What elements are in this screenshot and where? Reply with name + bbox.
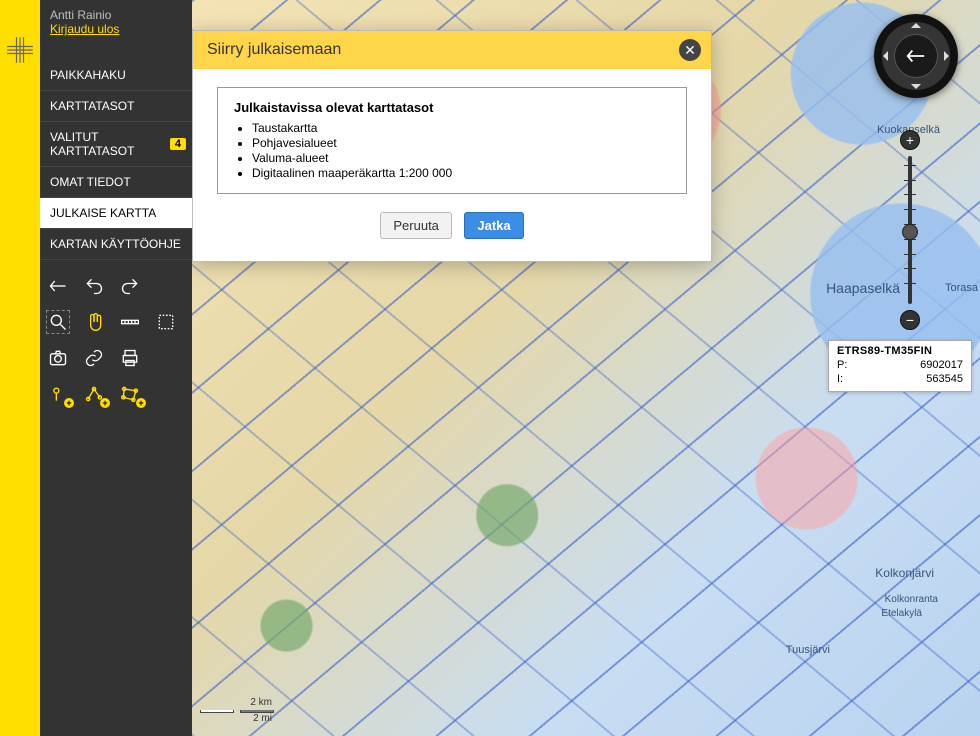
dialog-titlebar: Siirry julkaisemaan ✕ [193, 31, 711, 69]
zoom-control: + − [898, 130, 922, 330]
add-point-icon[interactable]: + [46, 382, 70, 406]
nav-label: JULKAISE KARTTA [50, 206, 156, 220]
nav-label: KARTTATASOT [50, 99, 134, 113]
sidebar-item-paikkahaku[interactable]: PAIKKAHAKU [40, 60, 192, 91]
user-name: Antti Rainio [50, 8, 182, 22]
sidebar-item-valitut-karttatasot[interactable]: VALITUT KARTTATASOT 4 [40, 122, 192, 167]
zoom-out-button[interactable]: − [900, 310, 920, 330]
map-pane[interactable]: Haapaselkä Kolkonjärvi Kolkonranta Etela… [192, 0, 980, 736]
print-icon[interactable] [118, 346, 142, 370]
p-label: P: [837, 359, 847, 371]
nav-label: VALITUT KARTTATASOT [50, 130, 134, 158]
user-block: Antti Rainio Kirjaudu ulos [40, 0, 192, 46]
list-item: Taustakartta [252, 121, 670, 135]
toolbox: + + + [40, 260, 192, 432]
cancel-button[interactable]: Peruuta [380, 212, 452, 239]
add-line-icon[interactable]: + [82, 382, 106, 406]
sidebar-nav: PAIKKAHAKU KARTTATASOT VALITUT KARTTATAS… [40, 60, 192, 260]
measure-area-icon[interactable] [154, 310, 178, 334]
close-icon[interactable]: ✕ [679, 39, 701, 61]
camera-icon[interactable] [46, 346, 70, 370]
pan-north-icon[interactable] [911, 18, 921, 28]
crs-label: ETRS89-TM35FIN [837, 345, 963, 357]
pan-south-icon[interactable] [911, 84, 921, 94]
dialog-actions: Peruuta Jatka [217, 212, 687, 239]
sidebar: Antti Rainio Kirjaudu ulos PAIKKAHAKU KA… [40, 0, 192, 736]
redo-icon[interactable] [118, 274, 142, 298]
sidebar-item-julkaise-kartta[interactable]: JULKAISE KARTTA [40, 198, 192, 229]
scale-km-label: 2 km [200, 697, 272, 708]
p-value: 6902017 [920, 359, 963, 371]
layer-count-badge: 4 [170, 138, 186, 150]
measure-distance-icon[interactable] [118, 310, 142, 334]
undo-icon[interactable] [82, 274, 106, 298]
logout-link[interactable]: Kirjaudu ulos [50, 22, 119, 36]
nav-label: KARTAN KÄYTTÖOHJE [50, 237, 181, 251]
publishable-layers-panel: Julkaistavissa olevat karttatasot Tausta… [217, 87, 687, 194]
nav-label: OMAT TIEDOT [50, 175, 131, 189]
reset-north-icon[interactable] [894, 34, 938, 78]
panel-heading: Julkaistavissa olevat karttatasot [234, 100, 670, 115]
dialog-body: Julkaistavissa olevat karttatasot Tausta… [193, 69, 711, 261]
app-logo-icon [0, 30, 40, 70]
sidebar-item-kayttoohje[interactable]: KARTAN KÄYTTÖOHJE [40, 229, 192, 260]
zoom-slider[interactable] [908, 156, 912, 304]
layer-list: Taustakartta Pohjavesialueet Valuma-alue… [252, 121, 670, 180]
coordinates-box: ETRS89-TM35FIN P: 6902017 I: 563545 [828, 340, 972, 392]
list-item: Digitaalinen maaperäkartta 1:200 000 [252, 166, 670, 180]
zoom-box-icon[interactable] [46, 310, 70, 334]
left-rail [0, 0, 40, 736]
link-icon[interactable] [82, 346, 106, 370]
scale-bar: 2 km 2 mi [200, 697, 274, 724]
continue-button[interactable]: Jatka [464, 212, 523, 239]
pan-icon[interactable] [82, 310, 106, 334]
compass-control[interactable] [874, 14, 958, 98]
sidebar-item-omat-tiedot[interactable]: OMAT TIEDOT [40, 167, 192, 198]
dialog-title-text: Siirry julkaisemaan [207, 41, 341, 58]
zoom-in-button[interactable]: + [900, 130, 920, 150]
nav-label: PAIKKAHAKU [50, 68, 126, 82]
pan-west-icon[interactable] [878, 51, 888, 61]
add-area-icon[interactable]: + [118, 382, 142, 406]
i-label: I: [837, 373, 843, 385]
zoom-handle[interactable] [902, 224, 918, 240]
pan-east-icon[interactable] [944, 51, 954, 61]
reset-view-icon[interactable] [46, 274, 70, 298]
i-value: 563545 [926, 373, 963, 385]
list-item: Valuma-alueet [252, 151, 670, 165]
publish-dialog: Siirry julkaisemaan ✕ Julkaistavissa ole… [192, 30, 712, 262]
list-item: Pohjavesialueet [252, 136, 670, 150]
scale-mi-label: 2 mi [200, 713, 272, 724]
sidebar-item-karttatasot[interactable]: KARTTATASOT [40, 91, 192, 122]
